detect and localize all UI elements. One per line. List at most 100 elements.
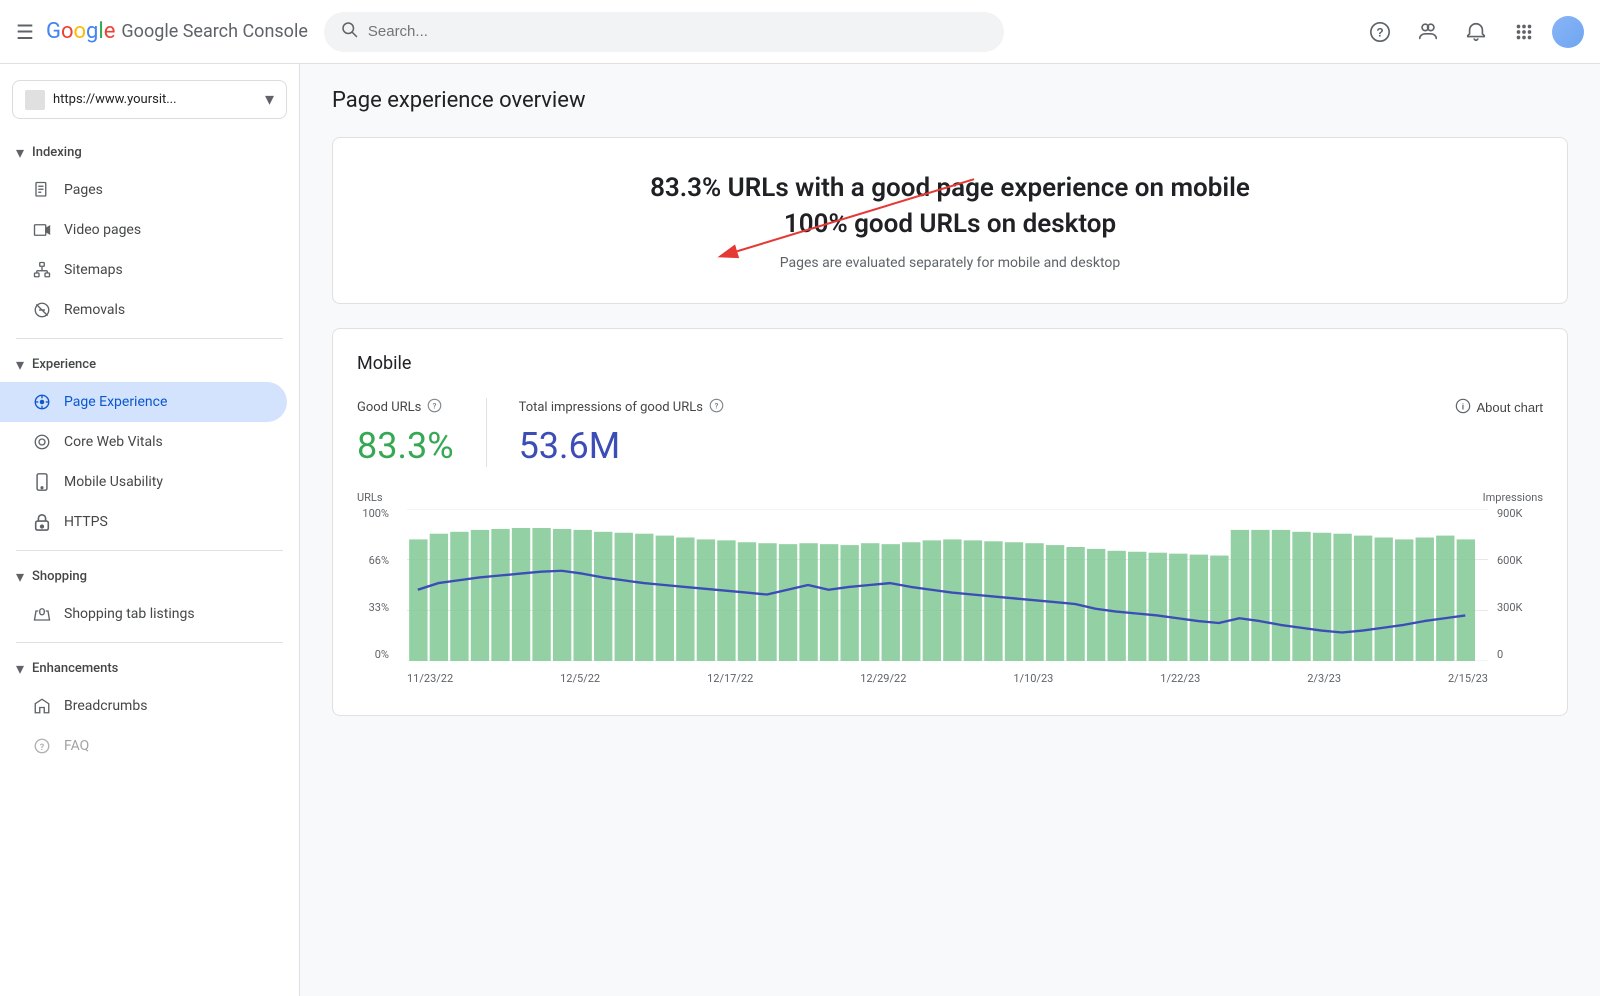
notifications-button[interactable] xyxy=(1456,12,1496,52)
total-impressions-metric: Total impressions of good URLs ? 53.6M xyxy=(486,398,756,467)
hamburger-menu[interactable]: ☰ xyxy=(16,20,34,44)
https-icon xyxy=(32,512,52,532)
indexing-label: Indexing xyxy=(32,145,82,160)
removals-label: Removals xyxy=(64,302,125,318)
enhancements-chevron-icon: ▾ xyxy=(16,659,24,678)
search-appearance-button[interactable] xyxy=(1408,12,1448,52)
hero-headline: 83.3% URLs with a good page experience o… xyxy=(365,170,1535,243)
x-label-4: 1/10/23 xyxy=(1013,672,1053,685)
y-axis-title-right: Impressions xyxy=(1483,491,1543,504)
sidebar-section-shopping[interactable]: ▾ Shopping xyxy=(0,559,299,594)
x-label-2: 12/17/22 xyxy=(707,672,753,685)
svg-text:i: i xyxy=(1461,401,1463,411)
total-impressions-label-row: Total impressions of good URLs ? xyxy=(519,398,724,417)
sidebar: https://www.yoursit... ▾ ▾ Indexing Page… xyxy=(0,64,300,996)
metrics-row: Good URLs ? 83.3% Total impressions of g… xyxy=(357,398,1543,467)
chart-card: Mobile Good URLs ? 83.3% xyxy=(332,328,1568,716)
total-impressions-value: 53.6M xyxy=(519,425,724,467)
hero-card: 83.3% URLs with a good page experience o… xyxy=(332,137,1568,304)
y-label-left-1: 66% xyxy=(357,554,389,567)
sidebar-section-experience[interactable]: ▾ Experience xyxy=(0,347,299,382)
divider-2 xyxy=(16,550,283,551)
total-impressions-label: Total impressions of good URLs xyxy=(519,400,703,415)
y-label-left-0: 100% xyxy=(357,507,389,520)
x-label-3: 12/29/22 xyxy=(860,672,906,685)
sidebar-item-pages[interactable]: Pages xyxy=(0,170,287,210)
top-navigation: ☰ Google Google Search Console ? xyxy=(0,0,1600,64)
chart-svg xyxy=(407,509,1488,661)
x-label-6: 2/3/23 xyxy=(1307,672,1341,685)
total-impressions-help-icon[interactable]: ? xyxy=(709,398,724,417)
about-chart-label: About chart xyxy=(1477,400,1544,415)
x-label-5: 1/22/23 xyxy=(1160,672,1200,685)
sidebar-item-faq[interactable]: ? FAQ xyxy=(0,726,287,766)
sitemaps-icon xyxy=(32,260,52,280)
video-pages-icon xyxy=(32,220,52,240)
chart-svg-container xyxy=(407,509,1488,661)
x-label-7: 2/15/23 xyxy=(1448,672,1488,685)
nav-right-actions: ? xyxy=(1360,12,1584,52)
page-title: Page experience overview xyxy=(332,88,1568,113)
shopping-tab-label: Shopping tab listings xyxy=(64,606,195,622)
logo-text: Google xyxy=(46,19,115,44)
search-input[interactable] xyxy=(368,23,988,40)
breadcrumbs-icon xyxy=(32,696,52,716)
sidebar-section-indexing[interactable]: ▾ Indexing xyxy=(0,135,299,170)
y-label-right-2: 300K xyxy=(1497,601,1543,614)
x-label-0: 11/23/22 xyxy=(407,672,453,685)
divider-1 xyxy=(16,338,283,339)
site-favicon xyxy=(25,90,45,110)
svg-text:?: ? xyxy=(433,401,437,410)
sitemaps-label: Sitemaps xyxy=(64,262,123,278)
y-label-left-2: 33% xyxy=(357,601,389,614)
url-selector[interactable]: https://www.yoursit... ▾ xyxy=(12,80,287,119)
breadcrumbs-label: Breadcrumbs xyxy=(64,698,147,714)
main-content: Page experience overview 83.3% URLs with… xyxy=(300,64,1600,996)
experience-chevron-icon: ▾ xyxy=(16,355,24,374)
search-icon xyxy=(340,20,358,43)
sidebar-section-enhancements[interactable]: ▾ Enhancements xyxy=(0,651,299,686)
y-label-right-3: 0 xyxy=(1497,648,1543,661)
apps-button[interactable] xyxy=(1504,12,1544,52)
avatar[interactable] xyxy=(1552,16,1584,48)
about-chart-button[interactable]: i About chart xyxy=(1455,398,1544,417)
faq-label: FAQ xyxy=(64,738,89,754)
page-experience-icon xyxy=(32,392,52,412)
faq-icon: ? xyxy=(32,736,52,756)
google-logo: Google Google Search Console xyxy=(46,19,308,44)
about-chart-icon: i xyxy=(1455,398,1471,417)
sidebar-item-core-web-vitals[interactable]: Core Web Vitals xyxy=(0,422,287,462)
y-labels-left: 100% 66% 33% 0% xyxy=(357,507,397,661)
experience-label: Experience xyxy=(32,357,96,372)
sidebar-item-https[interactable]: HTTPS xyxy=(0,502,287,542)
shopping-label: Shopping xyxy=(32,569,87,584)
pages-icon xyxy=(32,180,52,200)
page-experience-label: Page Experience xyxy=(64,394,167,410)
good-urls-value: 83.3% xyxy=(357,425,454,467)
pages-label: Pages xyxy=(64,182,103,198)
sidebar-item-mobile-usability[interactable]: Mobile Usability xyxy=(0,462,287,502)
indexing-chevron-icon: ▾ xyxy=(16,143,24,162)
mobile-usability-label: Mobile Usability xyxy=(64,474,163,490)
svg-text:?: ? xyxy=(715,401,719,410)
sidebar-item-video-pages[interactable]: Video pages xyxy=(0,210,287,250)
sidebar-item-page-experience[interactable]: Page Experience xyxy=(0,382,287,422)
app-layout: https://www.yoursit... ▾ ▾ Indexing Page… xyxy=(0,64,1600,996)
svg-text:?: ? xyxy=(1376,25,1383,39)
shopping-chevron-icon: ▾ xyxy=(16,567,24,586)
hero-subtitle: Pages are evaluated separately for mobil… xyxy=(365,255,1535,271)
y-labels-right: 900K 600K 300K 0 xyxy=(1493,507,1543,661)
y-label-right-1: 600K xyxy=(1497,554,1543,567)
good-urls-label-row: Good URLs ? xyxy=(357,398,454,417)
search-bar[interactable] xyxy=(324,12,1004,52)
help-button[interactable]: ? xyxy=(1360,12,1400,52)
sidebar-item-breadcrumbs[interactable]: Breadcrumbs xyxy=(0,686,287,726)
good-urls-help-icon[interactable]: ? xyxy=(427,398,442,417)
good-urls-label: Good URLs xyxy=(357,400,421,415)
svg-text:?: ? xyxy=(40,743,45,753)
sidebar-item-sitemaps[interactable]: Sitemaps xyxy=(0,250,287,290)
mobile-usability-icon xyxy=(32,472,52,492)
sidebar-item-removals[interactable]: Removals xyxy=(0,290,287,330)
sidebar-item-shopping-tab[interactable]: Shopping tab listings xyxy=(0,594,287,634)
site-url: https://www.yoursit... xyxy=(53,92,257,107)
